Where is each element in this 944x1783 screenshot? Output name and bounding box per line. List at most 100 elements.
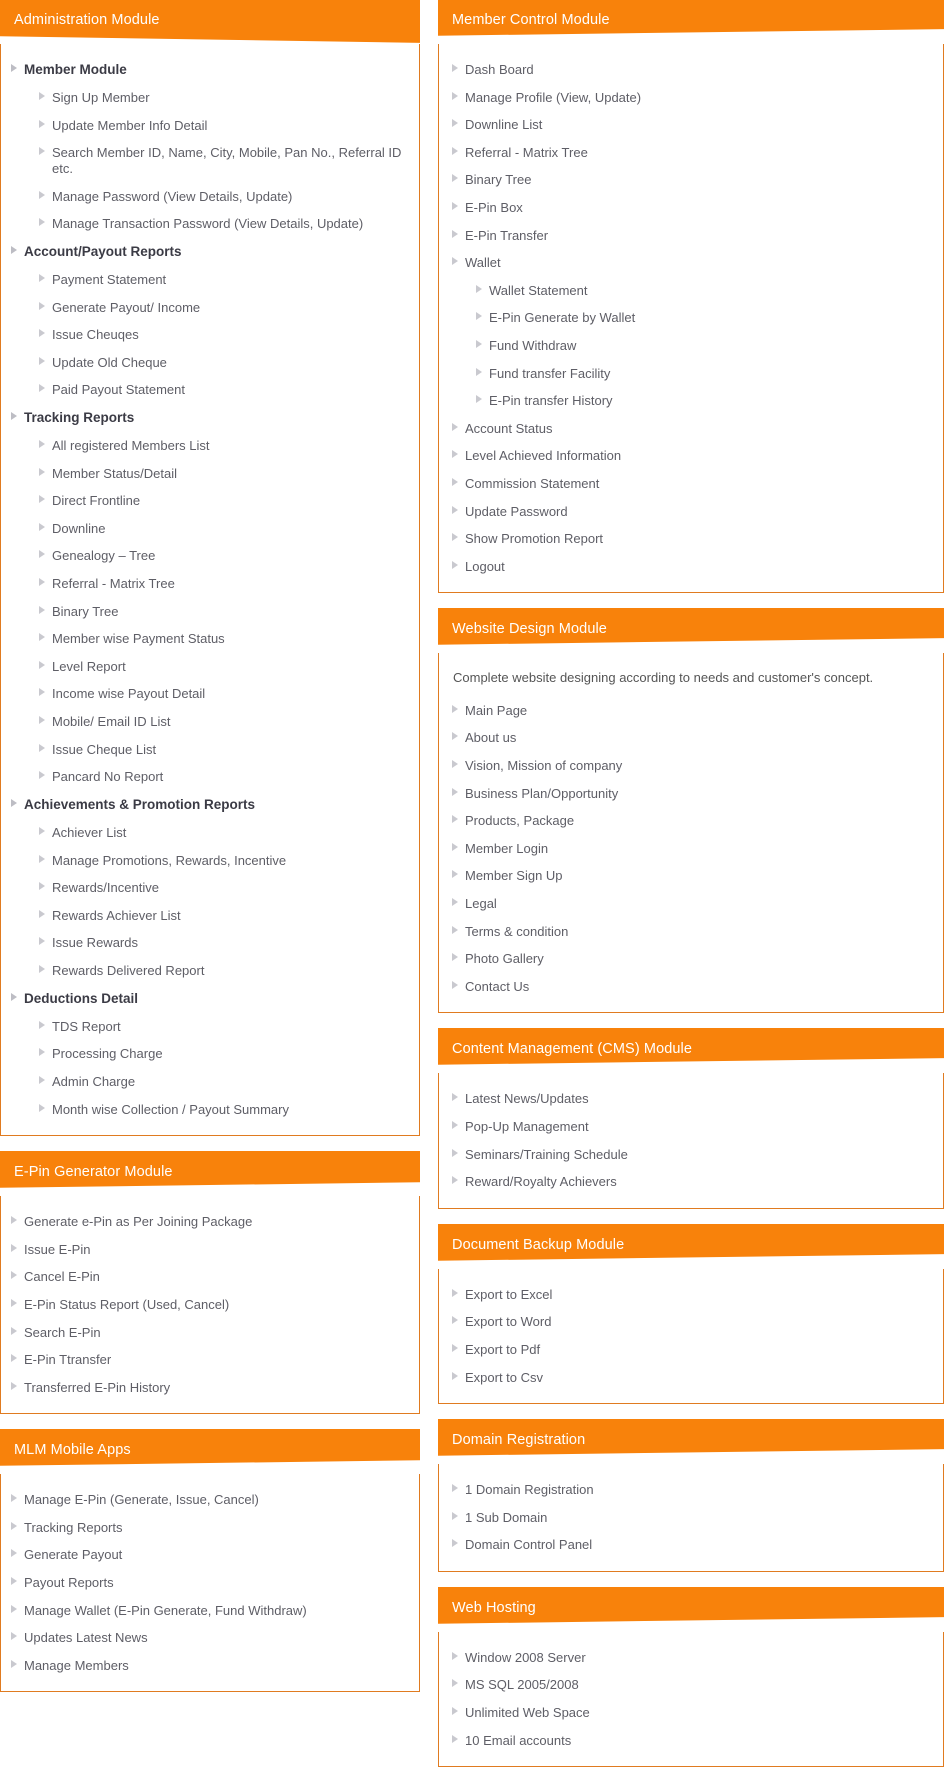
menu-item-export-to-csv[interactable]: Export to Csv [439, 1364, 943, 1392]
menu-item-income-wise-payout-detail[interactable]: Income wise Payout Detail [2, 680, 419, 708]
menu-item-fund-withdraw[interactable]: Fund Withdraw [439, 332, 943, 360]
menu-item-referral-matrix-tree[interactable]: Referral - Matrix Tree [439, 139, 943, 167]
menu-item-search-e-pin[interactable]: Search E-Pin [2, 1319, 419, 1347]
menu-item-referral-matrix-tree[interactable]: Referral - Matrix Tree [2, 570, 419, 598]
menu-item-sign-up-member[interactable]: Sign Up Member [2, 84, 419, 112]
menu-item-1-sub-domain[interactable]: 1 Sub Domain [439, 1504, 943, 1532]
menu-item-legal[interactable]: Legal [439, 890, 943, 918]
menu-item-label: Level Achieved Information [465, 448, 622, 464]
menu-item-direct-frontline[interactable]: Direct Frontline [2, 487, 419, 515]
menu-item-business-plan-opportunity[interactable]: Business Plan/Opportunity [439, 780, 943, 808]
menu-item-rewards-delivered-report[interactable]: Rewards Delivered Report [2, 957, 419, 985]
menu-item-main-page[interactable]: Main Page [439, 697, 943, 725]
menu-item-update-password[interactable]: Update Password [439, 498, 943, 526]
menu-item-issue-cheuqes[interactable]: Issue Cheuqes [2, 321, 419, 349]
menu-item-member-status-detail[interactable]: Member Status/Detail [2, 460, 419, 488]
menu-item-about-us[interactable]: About us [439, 724, 943, 752]
menu-item-e-pin-transfer-history[interactable]: E-Pin transfer History [439, 387, 943, 415]
menu-group-account-payout-reports[interactable]: Account/Payout Reports [2, 238, 419, 266]
menu-item-mobile-email-id-list[interactable]: Mobile/ Email ID List [2, 708, 419, 736]
menu-item-account-status[interactable]: Account Status [439, 415, 943, 443]
menu-item-binary-tree[interactable]: Binary Tree [2, 598, 419, 626]
menu-item-label: E-Pin Generate by Wallet [489, 310, 636, 326]
menu-item-member-wise-payment-status[interactable]: Member wise Payment Status [2, 625, 419, 653]
menu-item-manage-transaction-password-view-details-update[interactable]: Manage Transaction Password (View Detail… [2, 210, 419, 238]
menu-item-downline[interactable]: Downline [2, 515, 419, 543]
menu-item-pancard-no-report[interactable]: Pancard No Report [2, 763, 419, 791]
menu-item-update-member-info-detail[interactable]: Update Member Info Detail [2, 112, 419, 140]
menu-item-contact-us[interactable]: Contact Us [439, 973, 943, 1001]
menu-item-cancel-e-pin[interactable]: Cancel E-Pin [2, 1263, 419, 1291]
menu-item-member-sign-up[interactable]: Member Sign Up [439, 862, 943, 890]
menu-item-admin-charge[interactable]: Admin Charge [2, 1068, 419, 1096]
menu-item-ms-sql-2005-2008[interactable]: MS SQL 2005/2008 [439, 1671, 943, 1699]
menu-item-reward-royalty-achievers[interactable]: Reward/Royalty Achievers [439, 1168, 943, 1196]
menu-item-issue-rewards[interactable]: Issue Rewards [2, 929, 419, 957]
menu-item-payout-reports[interactable]: Payout Reports [2, 1569, 419, 1597]
menu-item-manage-wallet-e-pin-generate-fund-withdraw[interactable]: Manage Wallet (E-Pin Generate, Fund With… [2, 1597, 419, 1625]
menu-item-issue-cheque-list[interactable]: Issue Cheque List [2, 736, 419, 764]
menu-item-10-email-accounts[interactable]: 10 Email accounts [439, 1727, 943, 1755]
menu-item-manage-password-view-details-update[interactable]: Manage Password (View Details, Update) [2, 183, 419, 211]
menu-item-label: Search E-Pin [24, 1324, 101, 1340]
menu-item-manage-promotions-rewards-incentive[interactable]: Manage Promotions, Rewards, Incentive [2, 847, 419, 875]
menu-item-manage-profile-view-update[interactable]: Manage Profile (View, Update) [439, 84, 943, 112]
menu-item-seminars-training-schedule[interactable]: Seminars/Training Schedule [439, 1141, 943, 1169]
menu-item-tds-report[interactable]: TDS Report [2, 1013, 419, 1041]
menu-item-fund-transfer-facility[interactable]: Fund transfer Facility [439, 360, 943, 388]
menu-item-update-old-cheque[interactable]: Update Old Cheque [2, 349, 419, 377]
menu-item-generate-payout-income[interactable]: Generate Payout/ Income [2, 294, 419, 322]
menu-item-tracking-reports[interactable]: Tracking Reports [2, 1514, 419, 1542]
menu-item-e-pin-ttransfer[interactable]: E-Pin Ttransfer [2, 1346, 419, 1374]
menu-item-vision-mission-of-company[interactable]: Vision, Mission of company [439, 752, 943, 780]
menu-item-downline-list[interactable]: Downline List [439, 111, 943, 139]
menu-group-deductions-detail[interactable]: Deductions Detail [2, 985, 419, 1013]
menu-item-export-to-excel[interactable]: Export to Excel [439, 1281, 943, 1309]
menu-item-dash-board[interactable]: Dash Board [439, 56, 943, 84]
menu-item-generate-e-pin-as-per-joining-package[interactable]: Generate e-Pin as Per Joining Package [2, 1208, 419, 1236]
menu-item-wallet-statement[interactable]: Wallet Statement [439, 277, 943, 305]
menu-item-achiever-list[interactable]: Achiever List [2, 819, 419, 847]
menu-item-show-promotion-report[interactable]: Show Promotion Report [439, 525, 943, 553]
menu-item-rewards-incentive[interactable]: Rewards/Incentive [2, 874, 419, 902]
menu-item-products-package[interactable]: Products, Package [439, 807, 943, 835]
menu-item-level-achieved-information[interactable]: Level Achieved Information [439, 442, 943, 470]
menu-item-commission-statement[interactable]: Commission Statement [439, 470, 943, 498]
menu-item-all-registered-members-list[interactable]: All registered Members List [2, 432, 419, 460]
menu-item-e-pin-transfer[interactable]: E-Pin Transfer [439, 222, 943, 250]
menu-item-search-member-id-name-city-mobile-pan-no-referra[interactable]: Search Member ID, Name, City, Mobile, Pa… [2, 139, 419, 182]
menu-item-e-pin-status-report-used-cancel[interactable]: E-Pin Status Report (Used, Cancel) [2, 1291, 419, 1319]
menu-item-e-pin-generate-by-wallet[interactable]: E-Pin Generate by Wallet [439, 304, 943, 332]
menu-item-domain-control-panel[interactable]: Domain Control Panel [439, 1531, 943, 1559]
menu-item-photo-gallery[interactable]: Photo Gallery [439, 945, 943, 973]
menu-item-export-to-pdf[interactable]: Export to Pdf [439, 1336, 943, 1364]
menu-group-member-module[interactable]: Member Module [2, 56, 419, 84]
menu-item-e-pin-box[interactable]: E-Pin Box [439, 194, 943, 222]
menu-item-month-wise-collection-payout-summary[interactable]: Month wise Collection / Payout Summary [2, 1096, 419, 1124]
menu-item-manage-e-pin-generate-issue-cancel[interactable]: Manage E-Pin (Generate, Issue, Cancel) [2, 1486, 419, 1514]
menu-item-issue-e-pin[interactable]: Issue E-Pin [2, 1236, 419, 1264]
menu-item-logout[interactable]: Logout [439, 553, 943, 581]
menu-item-genealogy-tree[interactable]: Genealogy – Tree [2, 542, 419, 570]
menu-group-tracking-reports[interactable]: Tracking Reports [2, 404, 419, 432]
menu-item-level-report[interactable]: Level Report [2, 653, 419, 681]
menu-item-payment-statement[interactable]: Payment Statement [2, 266, 419, 294]
menu-item-processing-charge[interactable]: Processing Charge [2, 1040, 419, 1068]
menu-item-export-to-word[interactable]: Export to Word [439, 1308, 943, 1336]
menu-item-pop-up-management[interactable]: Pop-Up Management [439, 1113, 943, 1141]
menu-item-binary-tree[interactable]: Binary Tree [439, 166, 943, 194]
menu-item-transferred-e-pin-history[interactable]: Transferred E-Pin History [2, 1374, 419, 1402]
menu-item-updates-latest-news[interactable]: Updates Latest News [2, 1624, 419, 1652]
menu-item-terms-condition[interactable]: Terms & condition [439, 918, 943, 946]
menu-item-window-2008-server[interactable]: Window 2008 Server [439, 1644, 943, 1672]
menu-item-wallet[interactable]: Wallet [439, 249, 943, 277]
menu-item-paid-payout-statement[interactable]: Paid Payout Statement [2, 376, 419, 404]
menu-item-manage-members[interactable]: Manage Members [2, 1652, 419, 1680]
menu-item-unlimited-web-space[interactable]: Unlimited Web Space [439, 1699, 943, 1727]
menu-group-achievements-promotion-reports[interactable]: Achievements & Promotion Reports [2, 791, 419, 819]
menu-item-member-login[interactable]: Member Login [439, 835, 943, 863]
menu-item-1-domain-registration[interactable]: 1 Domain Registration [439, 1476, 943, 1504]
menu-item-generate-payout[interactable]: Generate Payout [2, 1541, 419, 1569]
menu-item-rewards-achiever-list[interactable]: Rewards Achiever List [2, 902, 419, 930]
menu-item-latest-news-updates[interactable]: Latest News/Updates [439, 1085, 943, 1113]
